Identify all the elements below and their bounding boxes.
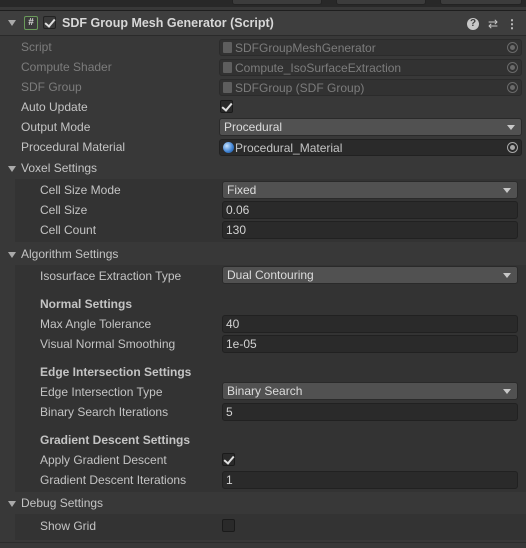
script-label: Script — [21, 40, 52, 54]
voxel-foldout-arrow-icon[interactable] — [8, 166, 16, 172]
visual-smoothing-input[interactable]: 1e-05 — [222, 335, 518, 353]
object-picker-icon[interactable] — [507, 142, 518, 153]
algorithm-foldout-arrow-icon[interactable] — [8, 252, 16, 258]
cell-size-mode-dropdown[interactable]: Fixed — [222, 181, 518, 199]
isosurface-type-label: Isosurface Extraction Type — [40, 269, 182, 283]
checkmark-icon — [223, 453, 235, 465]
sdf-group-label: SDF Group — [21, 80, 82, 94]
visual-smoothing-label: Visual Normal Smoothing — [40, 337, 176, 351]
preset-icon[interactable]: ⇄ — [486, 17, 500, 31]
checkmark-icon — [221, 100, 233, 112]
debug-settings-foldout[interactable]: Debug Settings — [21, 496, 103, 510]
show-grid-label: Show Grid — [40, 519, 97, 533]
isosurface-type-value: Dual Contouring — [227, 268, 314, 282]
toolbar-button[interactable] — [336, 0, 426, 5]
script-value: SDFGroupMeshGenerator — [235, 41, 376, 55]
cell-size-label: Cell Size — [40, 203, 88, 217]
binary-iterations-input[interactable]: 5 — [222, 403, 518, 421]
edge-type-value: Binary Search — [227, 384, 303, 398]
object-picker-icon — [507, 82, 518, 93]
binary-iterations-label: Binary Search Iterations — [40, 405, 169, 419]
compute-shader-field: Compute_IsoSurfaceExtraction — [219, 59, 522, 76]
bottom-divider — [0, 542, 526, 543]
cell-count-input[interactable]: 130 — [222, 221, 518, 239]
visual-smoothing-value: 1e-05 — [226, 337, 257, 351]
output-mode-label: Output Mode — [21, 120, 91, 134]
isosurface-type-dropdown[interactable]: Dual Contouring — [222, 266, 518, 284]
algorithm-settings-foldout[interactable]: Algorithm Settings — [21, 247, 118, 261]
foldout-arrow-icon[interactable] — [8, 20, 16, 26]
gradient-descent-header: Gradient Descent Settings — [40, 433, 191, 447]
compute-shader-label: Compute Shader — [21, 60, 112, 74]
component-enabled-checkbox[interactable] — [43, 16, 56, 29]
more-icon[interactable]: ⋮ — [505, 17, 519, 31]
debug-foldout-arrow-icon[interactable] — [8, 501, 16, 507]
max-angle-value: 40 — [226, 317, 240, 331]
edge-type-dropdown[interactable]: Binary Search — [222, 382, 518, 400]
normal-settings-header: Normal Settings — [40, 297, 133, 311]
toolbar-button[interactable] — [440, 0, 522, 5]
auto-update-label: Auto Update — [21, 100, 88, 114]
procedural-material-field[interactable]: Procedural_Material — [219, 139, 522, 156]
script-field: SDFGroupMeshGenerator — [219, 39, 522, 56]
cell-size-value: 0.06 — [226, 203, 250, 217]
component-header[interactable]: # SDF Group Mesh Generator (Script) ? ⇄ … — [0, 10, 526, 36]
cell-size-mode-label: Cell Size Mode — [40, 183, 121, 197]
dropdown-arrow-icon — [503, 188, 511, 193]
help-icon[interactable]: ? — [467, 18, 479, 30]
output-mode-value: Procedural — [224, 120, 283, 134]
dropdown-arrow-icon — [503, 389, 511, 394]
gradient-iterations-label: Gradient Descent Iterations — [40, 473, 187, 487]
object-picker-icon — [507, 62, 518, 73]
cell-count-value: 130 — [226, 223, 247, 237]
apply-gradient-label: Apply Gradient Descent — [40, 453, 167, 467]
script-icon: # — [24, 16, 38, 30]
sdf-group-value: SDFGroup (SDF Group) — [235, 81, 365, 95]
component-title: SDF Group Mesh Generator (Script) — [62, 16, 274, 30]
procedural-material-label: Procedural Material — [21, 140, 126, 154]
shader-file-icon — [223, 62, 232, 73]
sdf-group-field: SDFGroup (SDF Group) — [219, 79, 522, 96]
apply-gradient-checkbox[interactable] — [222, 453, 235, 466]
dropdown-arrow-icon — [503, 273, 511, 278]
script-file-icon — [223, 42, 232, 53]
procedural-material-value: Procedural_Material — [235, 141, 343, 155]
show-grid-checkbox[interactable] — [222, 519, 235, 532]
compute-shader-value: Compute_IsoSurfaceExtraction — [235, 61, 402, 75]
cell-size-mode-value: Fixed — [227, 183, 257, 197]
binary-iterations-value: 5 — [226, 405, 233, 419]
top-toolbar-strip — [0, 0, 526, 7]
auto-update-checkbox[interactable] — [220, 100, 233, 113]
dropdown-arrow-icon — [507, 125, 515, 130]
object-picker-icon — [507, 42, 518, 53]
material-icon — [223, 142, 234, 153]
output-mode-dropdown[interactable]: Procedural — [219, 118, 522, 136]
edge-type-label: Edge Intersection Type — [40, 385, 163, 399]
cell-size-input[interactable]: 0.06 — [222, 201, 518, 219]
gradient-iterations-input[interactable]: 1 — [222, 471, 518, 489]
voxel-settings-foldout[interactable]: Voxel Settings — [21, 161, 97, 175]
component-icon — [223, 82, 232, 93]
cell-count-label: Cell Count — [40, 223, 97, 237]
max-angle-input[interactable]: 40 — [222, 315, 518, 333]
toolbar-button[interactable] — [232, 0, 322, 5]
gradient-iterations-value: 1 — [226, 473, 233, 487]
edge-intersection-header: Edge Intersection Settings — [40, 365, 192, 379]
max-angle-label: Max Angle Tolerance — [40, 317, 152, 331]
